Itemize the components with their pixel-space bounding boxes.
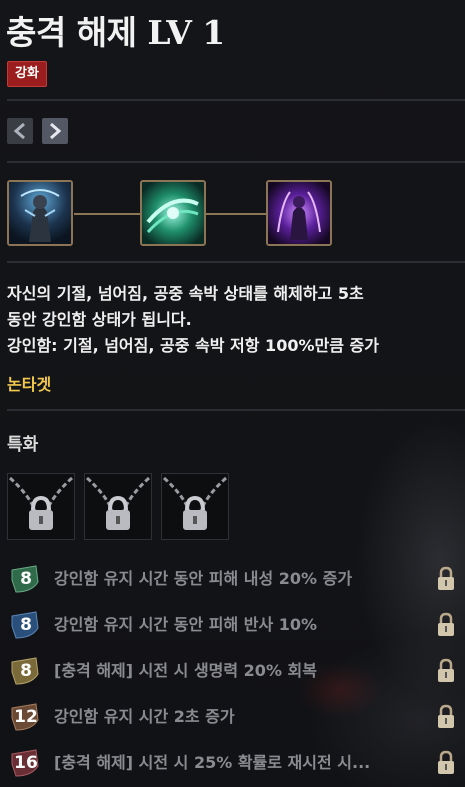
tripod-text: 강인함 유지 시간 동안 피해 내성 20% 증가 (54, 569, 353, 588)
tripod-text: 강인함 유지 시간 2초 증가 (54, 707, 235, 726)
lock-icon (438, 750, 454, 774)
divider (7, 161, 465, 163)
lock-icon (438, 566, 454, 590)
tripod-level: 8 (20, 661, 32, 681)
divider (7, 99, 465, 101)
tripod-level: 12 (14, 707, 38, 727)
tripod-connector (74, 213, 140, 215)
enhance-badge: 강화 (7, 61, 47, 87)
locked-slot[interactable] (7, 473, 75, 540)
description-line: 자신의 기절, 넘어짐, 공중 속박 상태를 해제하고 5초 (7, 284, 364, 303)
prev-button[interactable] (7, 118, 33, 144)
tripod-text: [충격 해제] 시전 시 25% 확률로 재시전 시... (54, 753, 371, 772)
tripod-level: 8 (20, 569, 32, 589)
chevron-left-icon (13, 122, 25, 140)
lock-icon (438, 704, 454, 728)
tripod-row[interactable]: 8 강인함 유지 시간 동안 피해 내성 20% 증가 (8, 564, 463, 594)
tripod-row[interactable]: 8 강인함 유지 시간 동안 피해 반사 10% (8, 610, 463, 640)
target-type: 논타겟 (7, 375, 52, 394)
lock-icon (438, 612, 454, 636)
tripod-connector (206, 213, 266, 215)
tripod-row[interactable]: 12 강인함 유지 시간 2초 증가 (8, 702, 463, 732)
description-line: 강인함: 기절, 넘어짐, 공중 속박 저항 100%만큼 증가 (7, 336, 379, 355)
skill-tooltip: 충격 해제 LV 1 강화 자신의 기절, 넘어짐, 공중 속박 상태를 해제하… (0, 0, 465, 787)
chained-lock-icon (163, 476, 227, 530)
specialization-title: 특화 (7, 435, 39, 455)
armored-warrior-skill-icon[interactable] (7, 180, 73, 246)
divider (7, 261, 465, 263)
chained-lock-icon (86, 476, 150, 530)
green-swirl-skill-icon[interactable] (140, 180, 206, 246)
tripod-row[interactable]: 16 [충격 해제] 시전 시 25% 확률로 재시전 시... (8, 748, 463, 778)
locked-slot[interactable] (161, 473, 229, 540)
tripod-level: 16 (14, 753, 38, 773)
tripod-text: [충격 해제] 시전 시 생명력 20% 회복 (54, 661, 317, 680)
description-line: 동안 강인함 상태가 됩니다. (7, 310, 192, 329)
chained-lock-icon (9, 476, 73, 530)
tripod-level: 8 (20, 615, 32, 635)
skill-title: 충격 해제 LV 1 (6, 13, 225, 52)
lock-icon (438, 658, 454, 682)
divider (7, 409, 465, 411)
next-button[interactable] (42, 118, 68, 144)
tripod-text: 강인함 유지 시간 동안 피해 반사 10% (54, 615, 318, 634)
purple-aura-skill-icon[interactable] (266, 180, 332, 246)
tripod-row[interactable]: 8 [충격 해제] 시전 시 생명력 20% 회복 (8, 656, 463, 686)
locked-slot[interactable] (84, 473, 152, 540)
skill-description: 자신의 기절, 넘어짐, 공중 속박 상태를 해제하고 5초 동안 강인함 상태… (7, 281, 462, 359)
chevron-right-icon (50, 122, 62, 140)
